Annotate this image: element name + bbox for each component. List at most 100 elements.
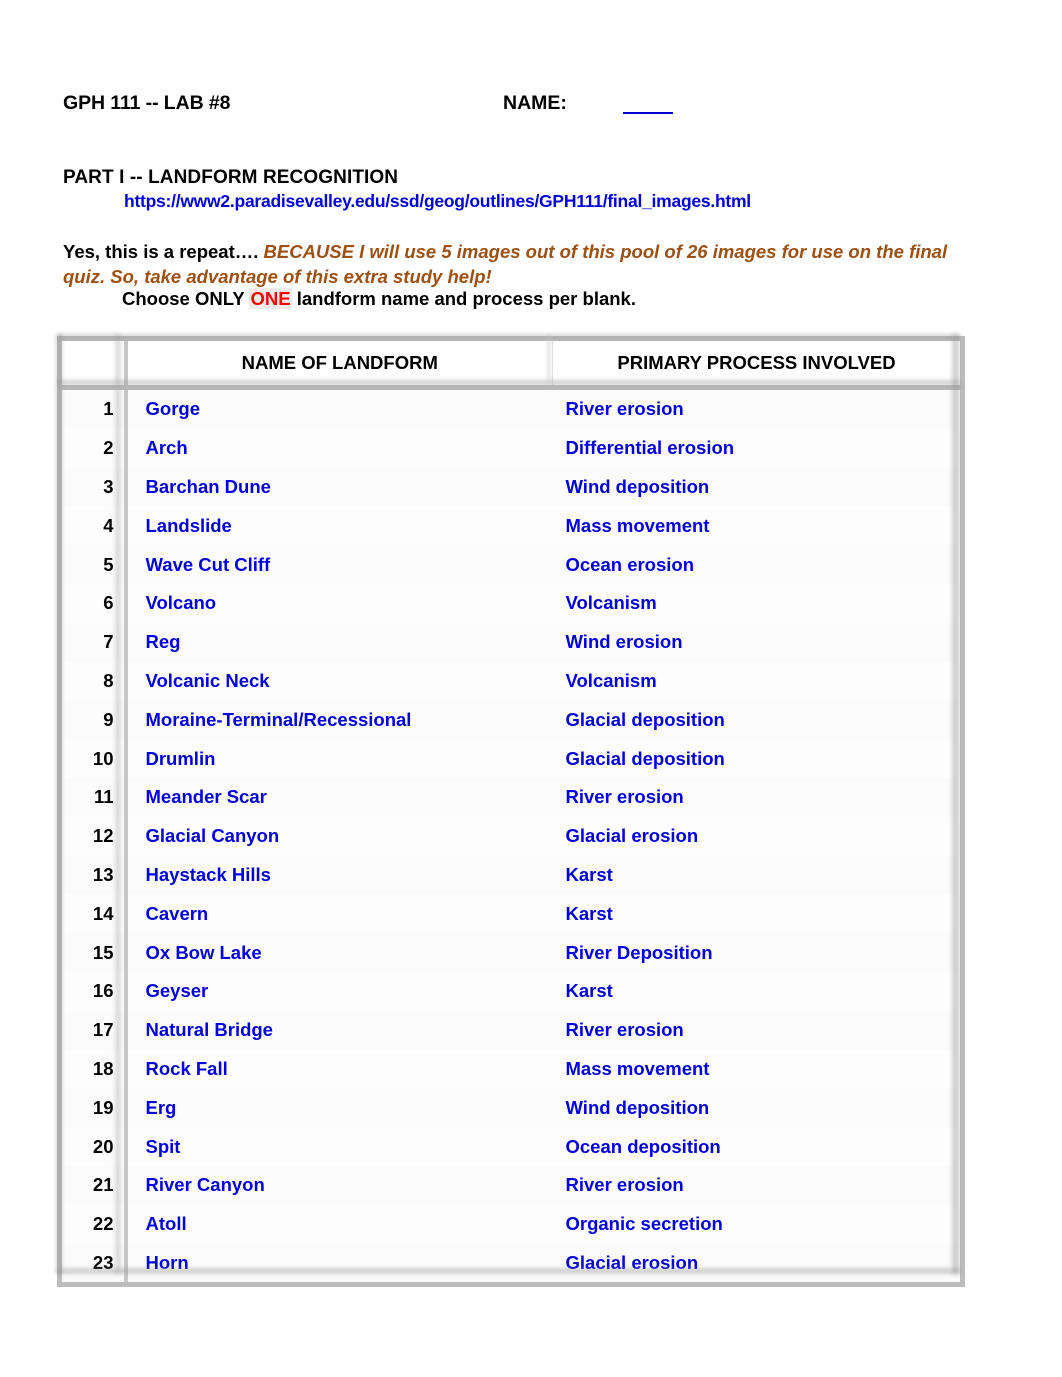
table-row: 20 Spit Ocean deposition bbox=[57, 1127, 965, 1166]
choose-highlight-one: ONE bbox=[249, 288, 292, 309]
landform-name-cell[interactable]: Horn bbox=[125, 1243, 553, 1288]
column-header-number bbox=[57, 336, 128, 390]
part-one-heading: PART I -- LANDFORM RECOGNITION bbox=[63, 167, 399, 188]
landform-name-cell[interactable]: Ox Bow Lake bbox=[125, 933, 553, 972]
table-row: 18 Rock Fall Mass movement bbox=[57, 1049, 965, 1089]
row-number: 3 bbox=[57, 467, 128, 507]
row-number: 11 bbox=[57, 777, 128, 817]
landform-name-cell[interactable]: Drumlin bbox=[125, 739, 553, 778]
landform-name-cell[interactable]: Spit bbox=[125, 1127, 553, 1166]
row-number: 9 bbox=[57, 700, 128, 740]
table-row: 17 Natural Bridge River erosion bbox=[57, 1010, 965, 1050]
landform-name-cell[interactable]: River Canyon bbox=[125, 1165, 553, 1205]
landform-name-cell[interactable]: Cavern bbox=[125, 894, 553, 934]
table-row: 7 Reg Wind erosion bbox=[57, 622, 965, 662]
primary-process-cell[interactable]: Mass movement bbox=[552, 1049, 965, 1089]
landform-name-cell[interactable]: Volcano bbox=[125, 583, 553, 623]
table-row: 15 Ox Bow Lake River Deposition bbox=[57, 933, 965, 972]
primary-process-cell[interactable]: Volcanism bbox=[552, 661, 965, 701]
primary-process-cell[interactable]: Glacial deposition bbox=[552, 739, 965, 778]
primary-process-cell[interactable]: River erosion bbox=[552, 777, 965, 817]
column-header-landform: NAME OF LANDFORM bbox=[125, 336, 553, 390]
name-blank-field[interactable] bbox=[623, 112, 673, 114]
table-row: 4 Landslide Mass movement bbox=[57, 506, 965, 546]
row-number: 5 bbox=[57, 545, 128, 584]
row-number: 22 bbox=[57, 1204, 128, 1244]
intro-text-black: Yes, this is a repeat…. bbox=[63, 241, 264, 262]
primary-process-cell[interactable]: Ocean erosion bbox=[552, 545, 965, 584]
document-header: GPH 111 -- LAB #8 NAME: bbox=[63, 92, 963, 120]
landform-name-cell[interactable]: Geyser bbox=[125, 971, 553, 1011]
table-row: 16 Geyser Karst bbox=[57, 971, 965, 1011]
primary-process-cell[interactable]: Volcanism bbox=[552, 583, 965, 623]
primary-process-cell[interactable]: Wind deposition bbox=[552, 467, 965, 507]
table-row: 13 Haystack Hills Karst bbox=[57, 855, 965, 895]
landform-recognition-table: NAME OF LANDFORM PRIMARY PROCESS INVOLVE… bbox=[57, 336, 965, 1288]
table-row: 8 Volcanic Neck Volcanism bbox=[57, 661, 965, 701]
row-number: 20 bbox=[57, 1127, 128, 1166]
row-number: 8 bbox=[57, 661, 128, 701]
landform-name-cell[interactable]: Haystack Hills bbox=[125, 855, 553, 895]
row-number: 19 bbox=[57, 1088, 128, 1128]
landform-name-cell[interactable]: Wave Cut Cliff bbox=[125, 545, 553, 584]
table-row: 6 Volcano Volcanism bbox=[57, 583, 965, 623]
table-row: 3 Barchan Dune Wind deposition bbox=[57, 467, 965, 507]
table-row: 2 Arch Differential erosion bbox=[57, 428, 965, 468]
row-number: 1 bbox=[57, 387, 128, 429]
row-number: 15 bbox=[57, 933, 128, 972]
table-body: 1 Gorge River erosion 2 Arch Differential ero… bbox=[57, 387, 965, 1288]
row-number: 23 bbox=[57, 1243, 128, 1288]
landform-name-cell[interactable]: Reg bbox=[125, 622, 553, 662]
name-label: NAME: bbox=[503, 92, 567, 114]
landform-name-cell[interactable]: Moraine-Terminal/Recessional bbox=[125, 700, 553, 740]
row-number: 2 bbox=[57, 428, 128, 468]
row-number: 16 bbox=[57, 971, 128, 1011]
table-row: 5 Wave Cut Cliff Ocean erosion bbox=[57, 545, 965, 584]
intro-paragraph: Yes, this is a repeat…. BECAUSE I will u… bbox=[63, 239, 993, 289]
primary-process-cell[interactable]: Karst bbox=[552, 894, 965, 934]
primary-process-cell[interactable]: Mass movement bbox=[552, 506, 965, 546]
primary-process-cell[interactable]: Organic secretion bbox=[552, 1204, 965, 1244]
landform-name-cell[interactable]: Erg bbox=[125, 1088, 553, 1128]
primary-process-cell[interactable]: Ocean deposition bbox=[552, 1127, 965, 1166]
primary-process-cell[interactable]: River Deposition bbox=[552, 933, 965, 972]
page-title: GPH 111 -- LAB #8 bbox=[63, 92, 231, 114]
primary-process-cell[interactable]: Differential erosion bbox=[552, 428, 965, 468]
landform-name-cell[interactable]: Barchan Dune bbox=[125, 467, 553, 507]
landform-name-cell[interactable]: Meander Scar bbox=[125, 777, 553, 817]
table-row: 21 River Canyon River erosion bbox=[57, 1165, 965, 1205]
primary-process-cell[interactable]: Glacial erosion bbox=[552, 816, 965, 856]
column-header-process: PRIMARY PROCESS INVOLVED bbox=[552, 336, 965, 390]
primary-process-cell[interactable]: Karst bbox=[552, 855, 965, 895]
primary-process-cell[interactable]: Wind deposition bbox=[552, 1088, 965, 1128]
row-number: 12 bbox=[57, 816, 128, 856]
landform-name-cell[interactable]: Glacial Canyon bbox=[125, 816, 553, 856]
primary-process-cell[interactable]: River erosion bbox=[552, 1010, 965, 1050]
row-number: 7 bbox=[57, 622, 128, 662]
table-row: 1 Gorge River erosion bbox=[57, 387, 965, 429]
primary-process-cell[interactable]: River erosion bbox=[552, 387, 965, 429]
landform-name-cell[interactable]: Landslide bbox=[125, 506, 553, 546]
landform-name-cell[interactable]: Gorge bbox=[125, 387, 553, 429]
primary-process-cell[interactable]: Karst bbox=[552, 971, 965, 1011]
landform-name-cell[interactable]: Arch bbox=[125, 428, 553, 468]
primary-process-cell[interactable]: Glacial erosion bbox=[552, 1243, 965, 1288]
landform-name-cell[interactable]: Natural Bridge bbox=[125, 1010, 553, 1050]
table-row: 12 Glacial Canyon Glacial erosion bbox=[57, 816, 965, 856]
primary-process-cell[interactable]: Glacial deposition bbox=[552, 700, 965, 740]
table-row: 23 Horn Glacial erosion bbox=[57, 1243, 965, 1288]
row-number: 13 bbox=[57, 855, 128, 895]
table-row: 19 Erg Wind deposition bbox=[57, 1088, 965, 1128]
landform-name-cell[interactable]: Volcanic Neck bbox=[125, 661, 553, 701]
row-number: 10 bbox=[57, 739, 128, 778]
final-images-link[interactable]: https://www2.paradisevalley.edu/ssd/geog… bbox=[124, 191, 751, 212]
landform-name-cell[interactable]: Atoll bbox=[125, 1204, 553, 1244]
choose-suffix: landform name and process per blank. bbox=[291, 288, 636, 309]
row-number: 18 bbox=[57, 1049, 128, 1089]
landform-name-cell[interactable]: Rock Fall bbox=[125, 1049, 553, 1089]
primary-process-cell[interactable]: River erosion bbox=[552, 1165, 965, 1205]
row-number: 6 bbox=[57, 583, 128, 623]
primary-process-cell[interactable]: Wind erosion bbox=[552, 622, 965, 662]
table-row: 14 Cavern Karst bbox=[57, 894, 965, 934]
document-page: GPH 111 -- LAB #8 NAME: PART I -- LANDFO… bbox=[0, 0, 1062, 1377]
